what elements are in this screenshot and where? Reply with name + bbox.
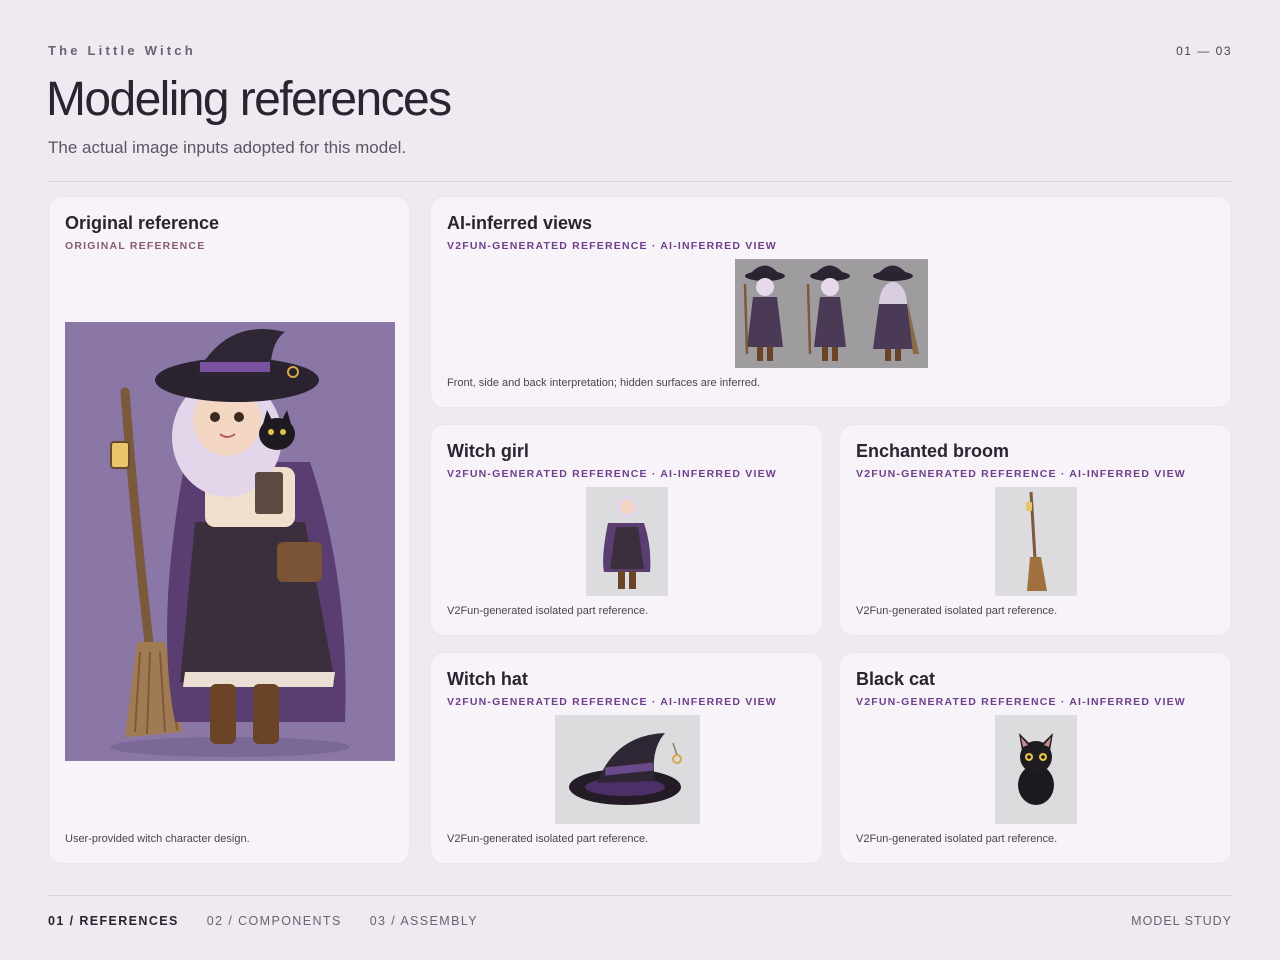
card-tag: ORIGINAL REFERENCE xyxy=(65,240,206,252)
card-title: AI-inferred views xyxy=(447,213,593,233)
nav-item-components[interactable]: 02 / COMPONENTS xyxy=(207,914,342,928)
card-title: Witch hat xyxy=(447,669,528,689)
card-witch-hat[interactable]: Witch hat V2FUN-GENERATED REFERENCE · AI… xyxy=(430,652,823,864)
footer-nav: 01 / REFERENCES 02 / COMPONENTS 03 / ASS… xyxy=(48,914,478,928)
nav-item-assembly[interactable]: 03 / ASSEMBLY xyxy=(370,914,478,928)
card-tag: V2FUN-GENERATED REFERENCE · AI-INFERRED … xyxy=(856,468,1186,480)
page-title: Modeling references xyxy=(46,73,452,126)
turnaround-views-image xyxy=(735,259,928,368)
card-tag: V2FUN-GENERATED REFERENCE · AI-INFERRED … xyxy=(447,696,777,708)
card-tag: V2FUN-GENERATED REFERENCE · AI-INFERRED … xyxy=(856,696,1186,708)
project-label: The Little Witch xyxy=(48,43,196,58)
card-caption: V2Fun-generated isolated part reference. xyxy=(856,605,1058,617)
top-divider xyxy=(48,181,1232,182)
witch-hat-image xyxy=(555,715,700,824)
card-tag: V2FUN-GENERATED REFERENCE · AI-INFERRED … xyxy=(447,240,777,252)
card-title: Enchanted broom xyxy=(856,441,1010,461)
card-caption: V2Fun-generated isolated part reference. xyxy=(447,605,649,617)
page-subtitle: The actual image inputs adopted for this… xyxy=(48,138,407,157)
card-title: Witch girl xyxy=(447,441,529,461)
card-witch-girl[interactable]: Witch girl V2FUN-GENERATED REFERENCE · A… xyxy=(430,424,823,636)
card-title: Black cat xyxy=(856,669,936,689)
bottom-divider xyxy=(48,895,1232,896)
enchanted-broom-image xyxy=(995,487,1077,596)
original-witch-image xyxy=(65,322,395,761)
page-counter: 01 — 03 xyxy=(1176,44,1232,58)
card-tag: V2FUN-GENERATED REFERENCE · AI-INFERRED … xyxy=(447,468,777,480)
card-original-reference[interactable]: Original reference ORIGINAL REFERENCE Us… xyxy=(48,196,410,864)
card-enchanted-broom[interactable]: Enchanted broom V2FUN-GENERATED REFERENC… xyxy=(839,424,1232,636)
card-caption: Front, side and back interpretation; hid… xyxy=(447,377,761,389)
card-caption: V2Fun-generated isolated part reference. xyxy=(856,833,1058,845)
nav-item-references[interactable]: 01 / REFERENCES xyxy=(48,914,179,928)
black-cat-image xyxy=(995,715,1077,824)
card-title: Original reference xyxy=(65,213,220,233)
witch-girl-image xyxy=(586,487,668,596)
card-black-cat[interactable]: Black cat V2FUN-GENERATED REFERENCE · AI… xyxy=(839,652,1232,864)
card-caption: User-provided witch character design. xyxy=(65,833,250,845)
card-caption: V2Fun-generated isolated part reference. xyxy=(447,833,649,845)
footer-study-label: MODEL STUDY xyxy=(1131,914,1232,928)
card-ai-inferred-views[interactable]: AI-inferred views V2FUN-GENERATED REFERE… xyxy=(430,196,1232,408)
